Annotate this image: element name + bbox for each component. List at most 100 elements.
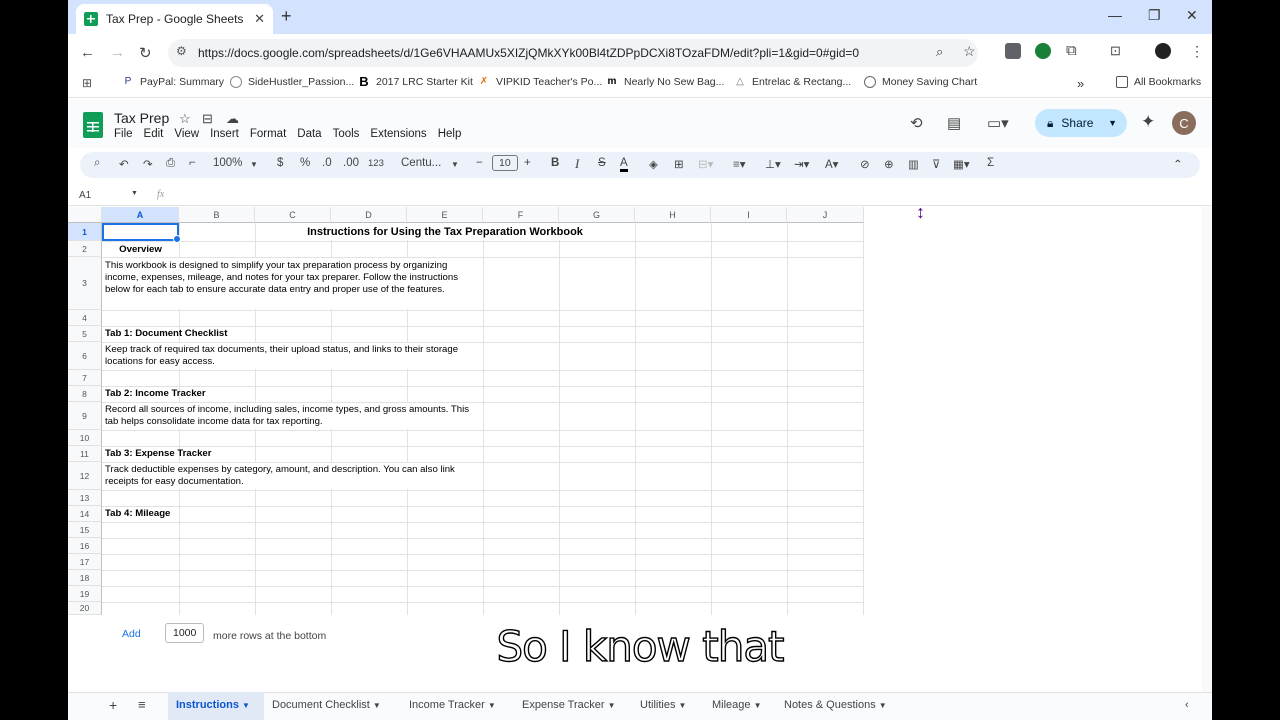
font-select[interactable]: Centu... xyxy=(401,157,441,169)
scroll-tabs-left-icon[interactable]: ‹ xyxy=(1185,699,1189,711)
merge-cells-icon[interactable]: ⊟▾ xyxy=(698,157,713,171)
tab2-heading-cell[interactable]: Tab 2: Income Tracker xyxy=(105,388,405,400)
row-header[interactable]: 2 xyxy=(68,241,102,257)
row-header[interactable]: 18 xyxy=(68,570,102,586)
menu-view[interactable]: View xyxy=(174,128,199,140)
column-header[interactable]: H xyxy=(635,207,711,223)
meet-video-icon[interactable]: ▭▾ xyxy=(987,114,1009,132)
row-header[interactable]: 7 xyxy=(68,370,102,386)
share-dropdown-icon[interactable]: ▼ xyxy=(1108,118,1117,128)
comments-icon[interactable]: ▤ xyxy=(947,114,961,132)
row-header[interactable]: 10 xyxy=(68,430,102,446)
row-header[interactable]: 17 xyxy=(68,554,102,570)
gemini-sparkle-icon[interactable]: ✦ xyxy=(1141,112,1155,132)
italic-button[interactable]: I xyxy=(575,156,579,172)
insert-link-icon[interactable]: ⊘ xyxy=(860,157,870,171)
menu-format[interactable]: Format xyxy=(250,128,286,140)
more-bookmarks-icon[interactable]: » xyxy=(1077,76,1084,91)
row-header[interactable]: 6 xyxy=(68,342,102,370)
row-header[interactable]: 12 xyxy=(68,462,102,490)
vertical-align-icon[interactable]: ⊥▾ xyxy=(765,157,781,171)
browser-menu-icon[interactable]: ⋮ xyxy=(1190,43,1204,60)
column-header[interactable]: J xyxy=(787,207,864,223)
tab3-heading-cell[interactable]: Tab 3: Expense Tracker xyxy=(105,448,405,460)
sheet-tab-instructions[interactable]: Instructions ▼ xyxy=(176,699,250,711)
minimize-icon[interactable]: — xyxy=(1108,7,1122,23)
number-format-button[interactable]: 123 xyxy=(368,158,384,169)
menu-help[interactable]: Help xyxy=(438,128,462,140)
version-history-icon[interactable]: ⟲ xyxy=(910,114,923,132)
filter-icon[interactable]: ⊽ xyxy=(932,157,940,171)
bookmark-item[interactable]: m Nearly No Sew Bag... xyxy=(606,76,725,88)
tab2-text-cell[interactable]: Record all sources of income, including … xyxy=(105,404,481,428)
row-header[interactable]: 5 xyxy=(68,326,102,342)
borders-icon[interactable]: ⊞ xyxy=(674,157,684,171)
percent-format-button[interactable]: % xyxy=(300,157,310,169)
browser-tab[interactable]: Tax Prep - Google Sheets ✕ xyxy=(76,4,273,34)
column-header[interactable]: F xyxy=(483,207,559,223)
bookmark-item[interactable]: SideHustler_Passion... xyxy=(230,76,354,88)
row-header[interactable]: 14 xyxy=(68,506,102,522)
sheet-tab-notes-questions[interactable]: Notes & Questions ▼ xyxy=(784,699,887,711)
star-icon[interactable]: ☆ xyxy=(179,111,191,127)
overview-text-cell[interactable]: This workbook is designed to simplify yo… xyxy=(105,260,481,296)
search-menus-icon[interactable]: ⌕ xyxy=(94,157,100,170)
text-wrap-icon[interactable]: ⇥▾ xyxy=(794,157,809,171)
row-header[interactable]: 15 xyxy=(68,522,102,538)
share-button[interactable]: 🔒︎ Share ▼ xyxy=(1035,109,1127,137)
extension-icon-1[interactable] xyxy=(1005,43,1021,59)
tab-search-icon[interactable]: ⊡ xyxy=(1110,43,1121,59)
tab1-heading-cell[interactable]: Tab 1: Document Checklist xyxy=(105,328,405,340)
zoom-search-icon[interactable]: ⌕ xyxy=(936,44,943,60)
menu-edit[interactable]: Edit xyxy=(144,128,164,140)
filter-views-icon[interactable]: ▦▾ xyxy=(953,157,970,171)
font-size-increase-icon[interactable]: + xyxy=(524,157,531,169)
bookmark-item[interactable]: △ Entrelac & Rectang... xyxy=(734,76,851,88)
menu-file[interactable]: File xyxy=(114,128,133,140)
overview-heading-cell[interactable]: Overview xyxy=(102,244,179,256)
bold-button[interactable]: B xyxy=(551,157,559,169)
bookmark-star-icon[interactable]: ☆ xyxy=(963,43,976,60)
currency-format-button[interactable]: $ xyxy=(277,157,283,169)
bookmark-item[interactable]: B 2017 LRC Starter Kit xyxy=(358,75,473,88)
all-bookmarks[interactable]: All Bookmarks xyxy=(1116,76,1201,88)
sheet-tab-mileage[interactable]: Mileage ▼ xyxy=(712,699,762,711)
site-info-icon[interactable]: ⚙ xyxy=(176,44,187,58)
row-header[interactable]: 11 xyxy=(68,446,102,462)
menu-data[interactable]: Data xyxy=(297,128,321,140)
sheet-tab-income-tracker[interactable]: Income Tracker ▼ xyxy=(409,699,496,711)
select-all-corner[interactable] xyxy=(68,207,102,223)
print-icon[interactable]: ⎙ xyxy=(166,157,175,170)
menu-extensions[interactable]: Extensions xyxy=(370,128,426,140)
redo-icon[interactable]: ↷ xyxy=(143,157,153,171)
font-dropdown-icon[interactable]: ▼ xyxy=(451,160,459,169)
restore-icon[interactable]: ❐ xyxy=(1148,7,1161,24)
menu-tools[interactable]: Tools xyxy=(333,128,360,140)
functions-button[interactable]: Σ xyxy=(987,157,994,169)
zoom-dropdown-icon[interactable]: ▼ xyxy=(250,160,258,169)
forward-icon[interactable]: → xyxy=(110,44,125,61)
bookmark-item[interactable]: ✗ VIPKID Teacher's Po... xyxy=(478,76,602,88)
profile-avatar-icon[interactable] xyxy=(1155,43,1171,59)
column-header[interactable]: C xyxy=(255,207,331,223)
all-sheets-icon[interactable]: ≡ xyxy=(138,697,146,712)
column-header[interactable]: G xyxy=(559,207,635,223)
row-header[interactable]: 9 xyxy=(68,402,102,430)
address-bar[interactable]: https://docs.google.com/spreadsheets/d/1… xyxy=(168,39,978,67)
user-avatar[interactable]: C xyxy=(1172,111,1196,135)
column-header[interactable]: D xyxy=(331,207,407,223)
sheet-tab-expense-tracker[interactable]: Expense Tracker ▼ xyxy=(522,699,616,711)
strikethrough-button[interactable]: S xyxy=(598,157,606,169)
name-box[interactable]: A1 xyxy=(79,190,91,201)
sheet-tab-document-checklist[interactable]: Document Checklist ▼ xyxy=(272,699,381,711)
row-header[interactable]: 19 xyxy=(68,586,102,602)
decrease-decimal-button[interactable]: .0 xyxy=(322,157,332,169)
spreadsheet-grid[interactable]: A B C D E F G H I J 1 2 3 4 5 6 7 8 9 10… xyxy=(68,207,864,615)
text-color-button[interactable]: A xyxy=(620,157,628,172)
column-header[interactable]: B xyxy=(179,207,255,223)
sheets-logo-icon[interactable] xyxy=(83,112,103,138)
extension-icon-2[interactable] xyxy=(1035,43,1051,59)
fill-color-icon[interactable]: ◈ xyxy=(649,157,658,171)
bookmark-item[interactable]: P PayPal: Summary xyxy=(122,76,224,88)
menu-insert[interactable]: Insert xyxy=(210,128,239,140)
